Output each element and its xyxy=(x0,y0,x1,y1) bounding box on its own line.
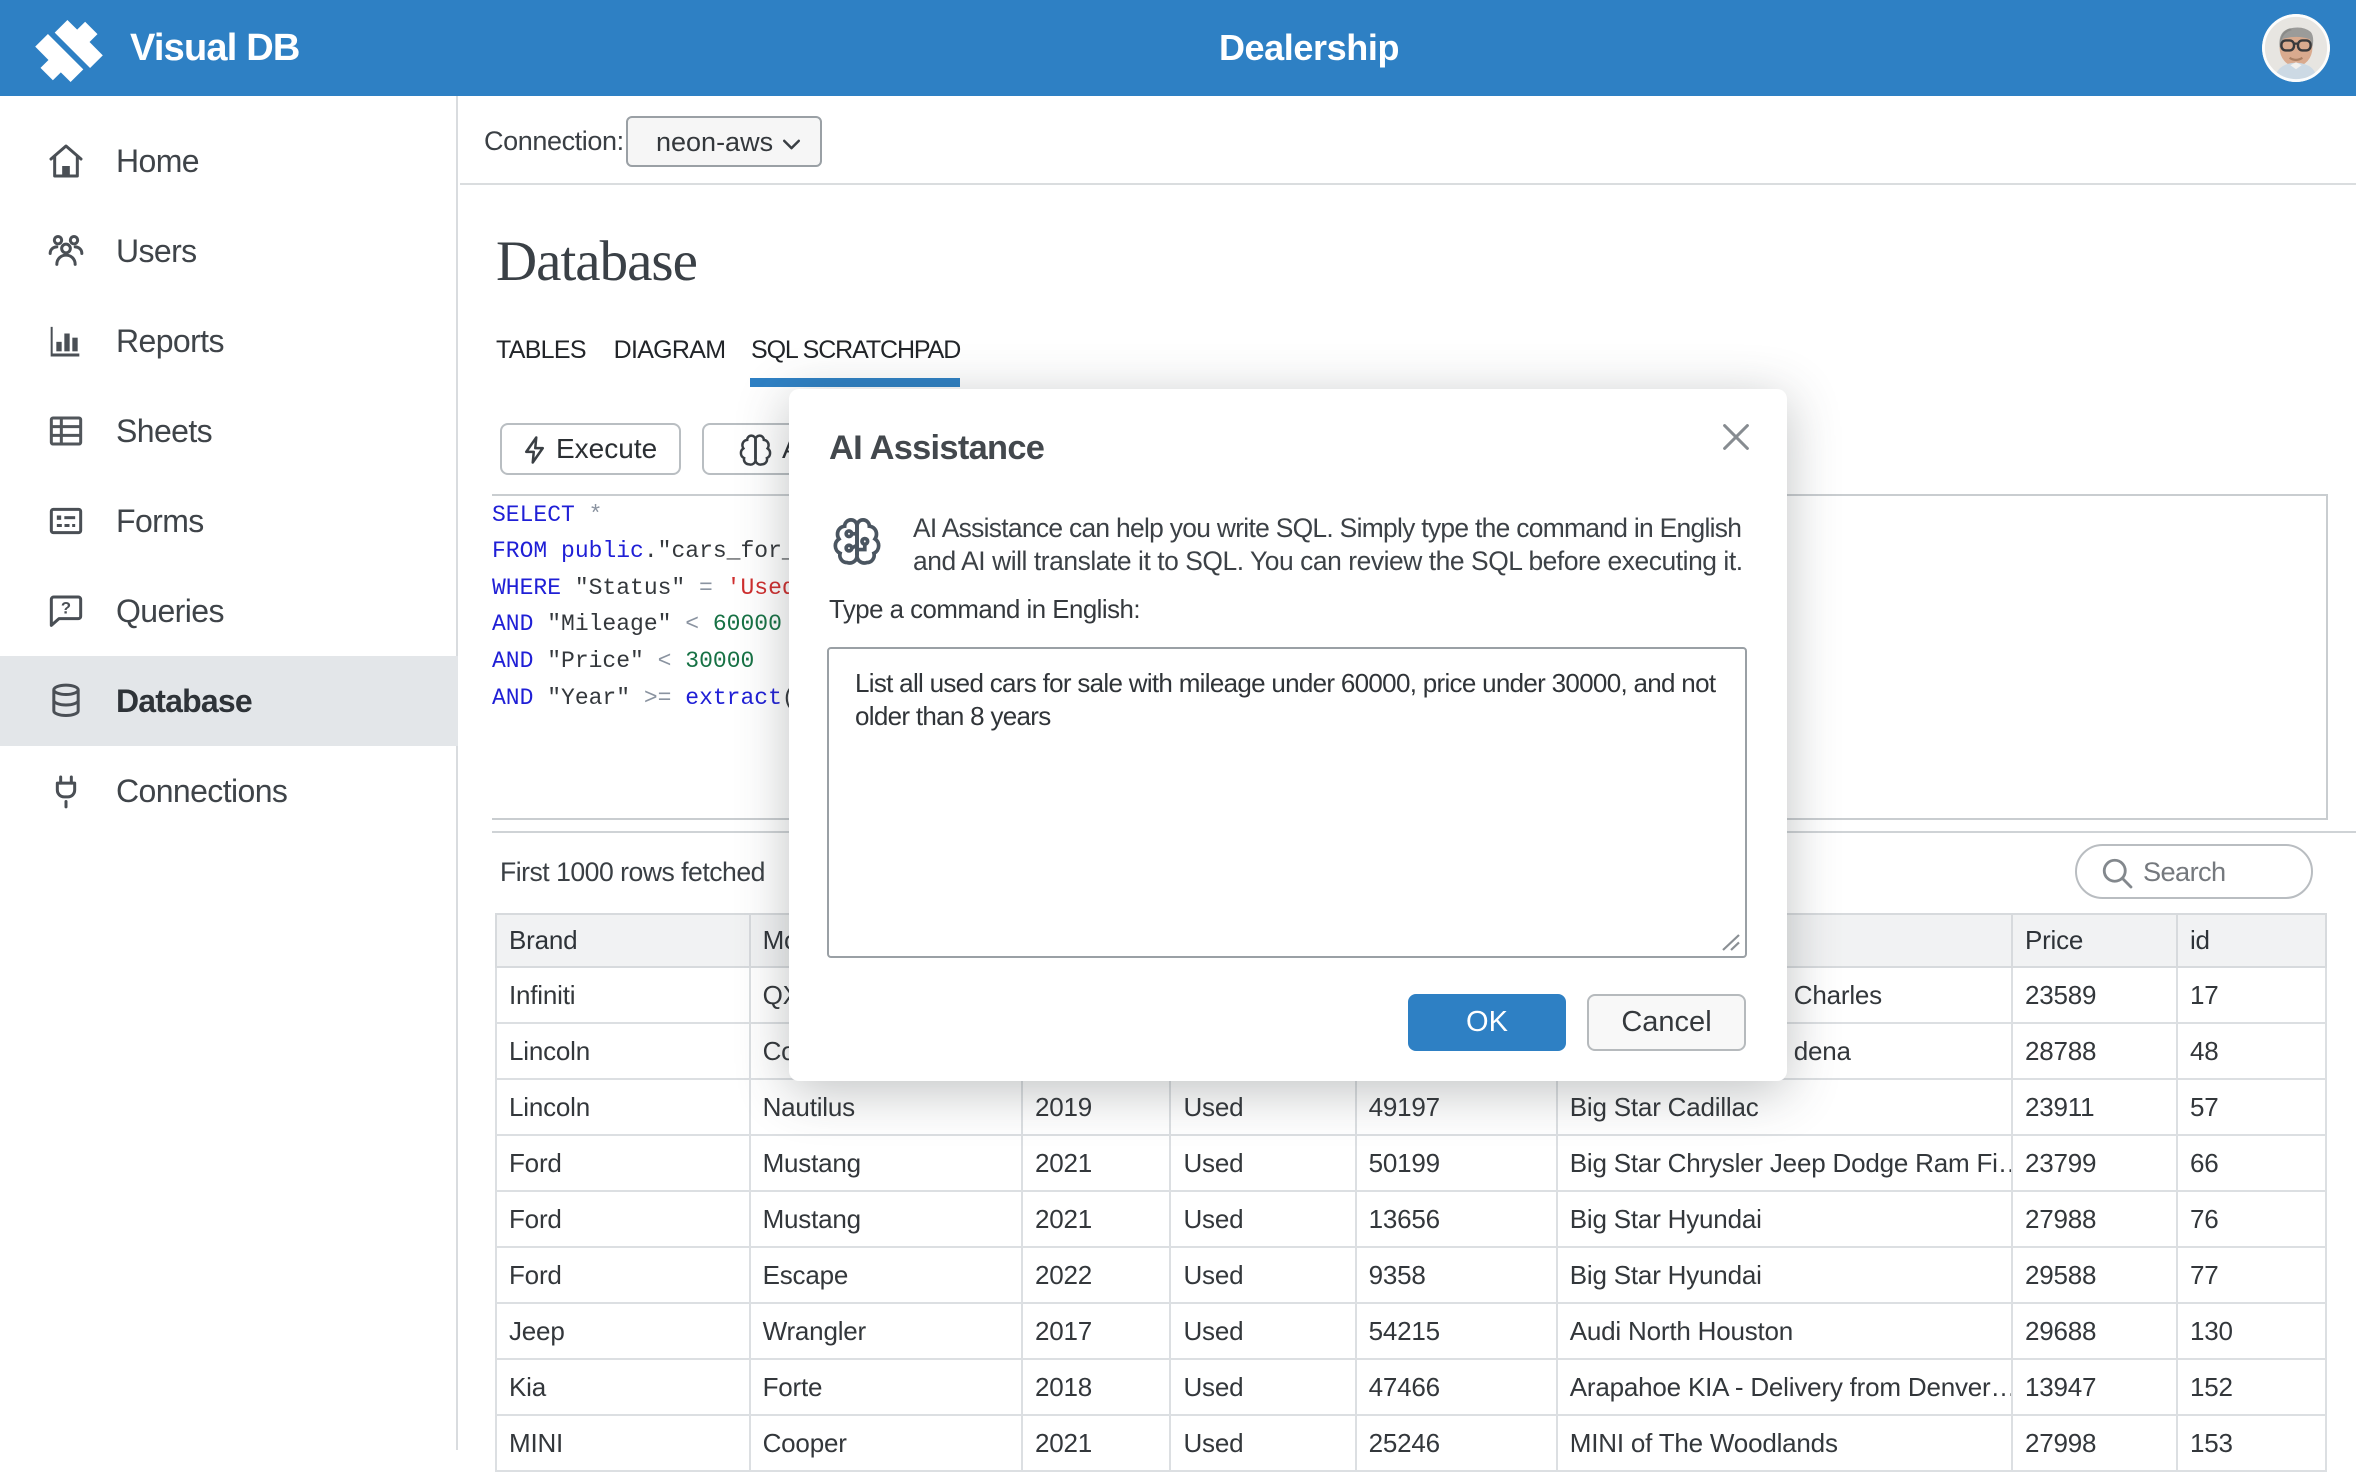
svg-text:?: ? xyxy=(61,598,71,617)
